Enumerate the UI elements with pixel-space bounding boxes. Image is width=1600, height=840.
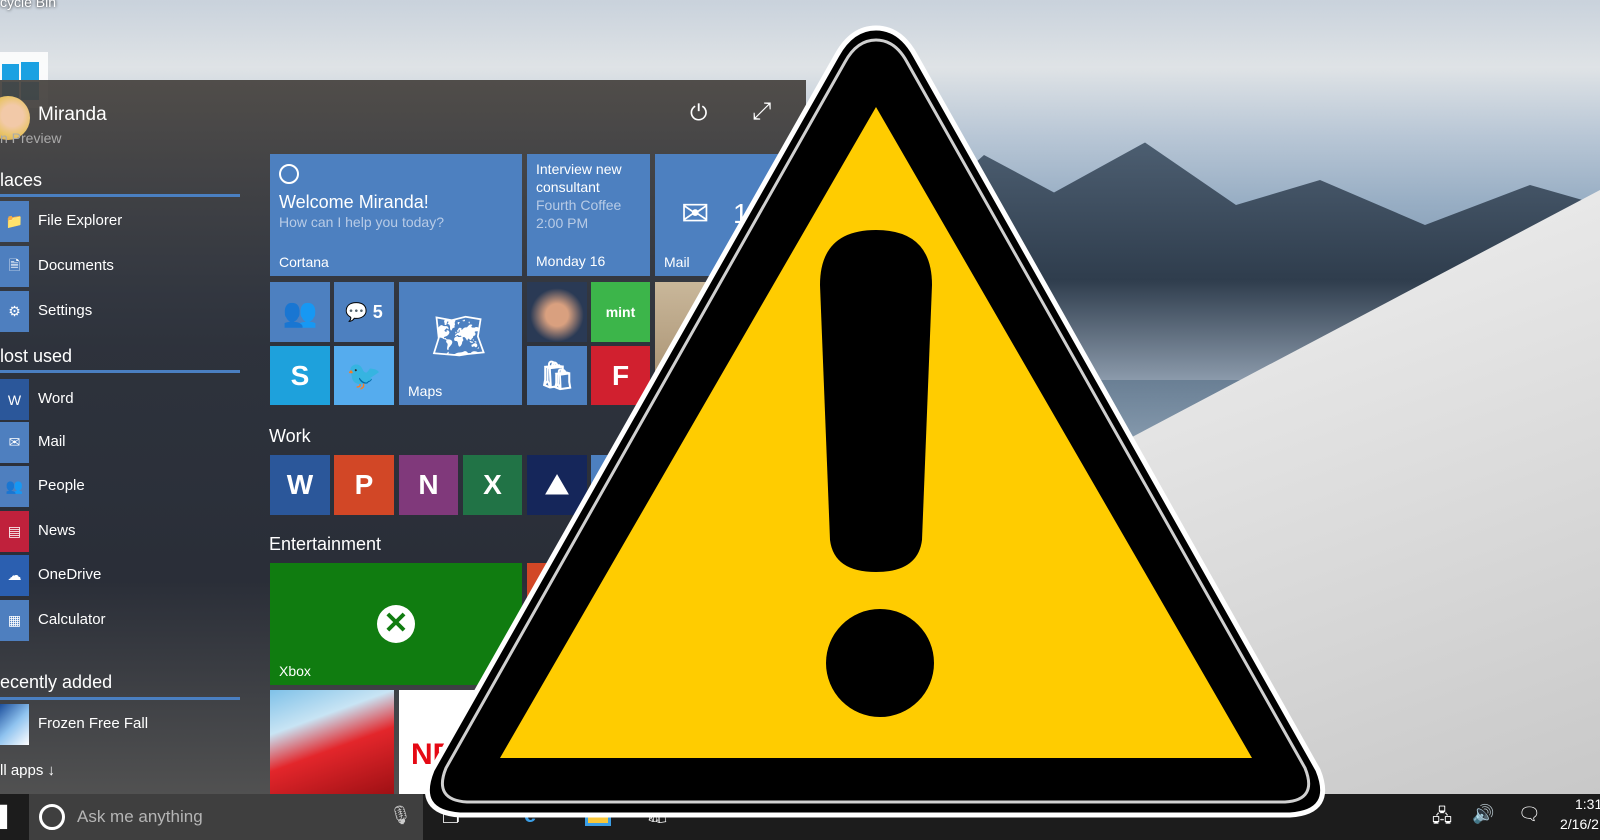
exclamation-bar (820, 230, 932, 572)
warning-sign (425, 25, 1325, 818)
exclamation-dot (826, 609, 934, 717)
